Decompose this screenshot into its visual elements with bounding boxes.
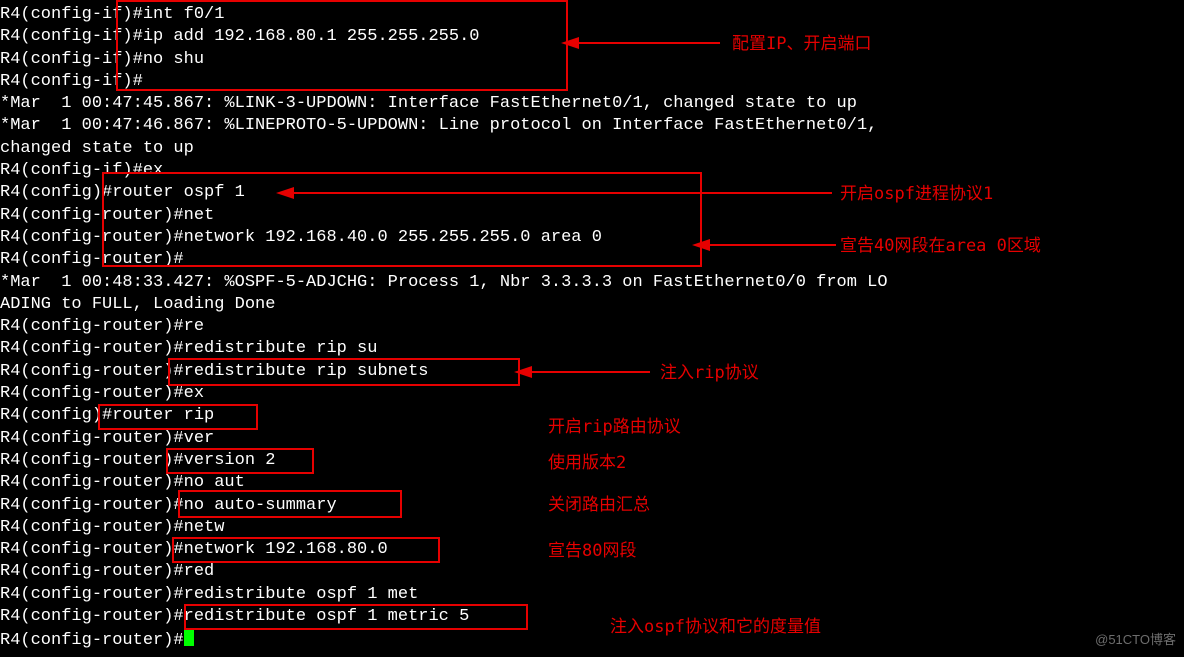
terminal-line: R4(config-router)# (0, 628, 1184, 652)
terminal-line: R4(config-if)#no shu (0, 49, 1184, 71)
cursor (184, 628, 194, 646)
annotation-inject-rip: 注入rip协议 (660, 362, 759, 384)
annotation-no-auto-summary: 关闭路由汇总 (548, 494, 650, 516)
terminal-line: *Mar 1 00:47:45.867: %LINK-3-UPDOWN: Int… (0, 93, 1184, 115)
terminal-line: R4(config-if)#int f0/1 (0, 4, 1184, 26)
terminal-line: R4(config-if)#ip add 192.168.80.1 255.25… (0, 26, 1184, 48)
terminal-line: R4(config-router)#redistribute ospf 1 me… (0, 606, 1184, 628)
terminal-line: R4(config-router)#re (0, 316, 1184, 338)
annotation-inject-ospf: 注入ospf协议和它的度量值 (610, 616, 821, 638)
annotation-area0: 宣告40网段在area 0区域 (840, 235, 1041, 257)
terminal-line: R4(config)#router ospf 1 (0, 182, 1184, 204)
annotation-ospf-process: 开启ospf进程协议1 (840, 183, 993, 205)
annotation-version2: 使用版本2 (548, 452, 626, 474)
terminal-line: R4(config-router)#redistribute rip su (0, 338, 1184, 360)
terminal-line: *Mar 1 00:47:46.867: %LINEPROTO-5-UPDOWN… (0, 115, 1184, 137)
terminal-line: R4(config-router)#redistribute ospf 1 me… (0, 584, 1184, 606)
terminal-line: R4(config-router)#net (0, 205, 1184, 227)
terminal-line: R4(config-router)#no aut (0, 472, 1184, 494)
annotation-ip-config: 配置IP、开启端口 (732, 33, 871, 55)
terminal-line: R4(config-router)#redistribute rip subne… (0, 361, 1184, 383)
annotation-rip-protocol: 开启rip路由协议 (548, 416, 681, 438)
terminal-line: R4(config-router)#ex (0, 383, 1184, 405)
terminal-line: ADING to FULL, Loading Done (0, 294, 1184, 316)
watermark: @51CTO博客 (1095, 629, 1176, 651)
terminal-line: changed state to up (0, 138, 1184, 160)
terminal-line: R4(config-if)# (0, 71, 1184, 93)
annotation-network-80: 宣告80网段 (548, 540, 636, 562)
terminal-line: R4(config-router)#netw (0, 517, 1184, 539)
terminal-line: R4(config-if)#ex (0, 160, 1184, 182)
terminal-line: *Mar 1 00:48:33.427: %OSPF-5-ADJCHG: Pro… (0, 272, 1184, 294)
terminal-line: R4(config-router)#red (0, 561, 1184, 583)
